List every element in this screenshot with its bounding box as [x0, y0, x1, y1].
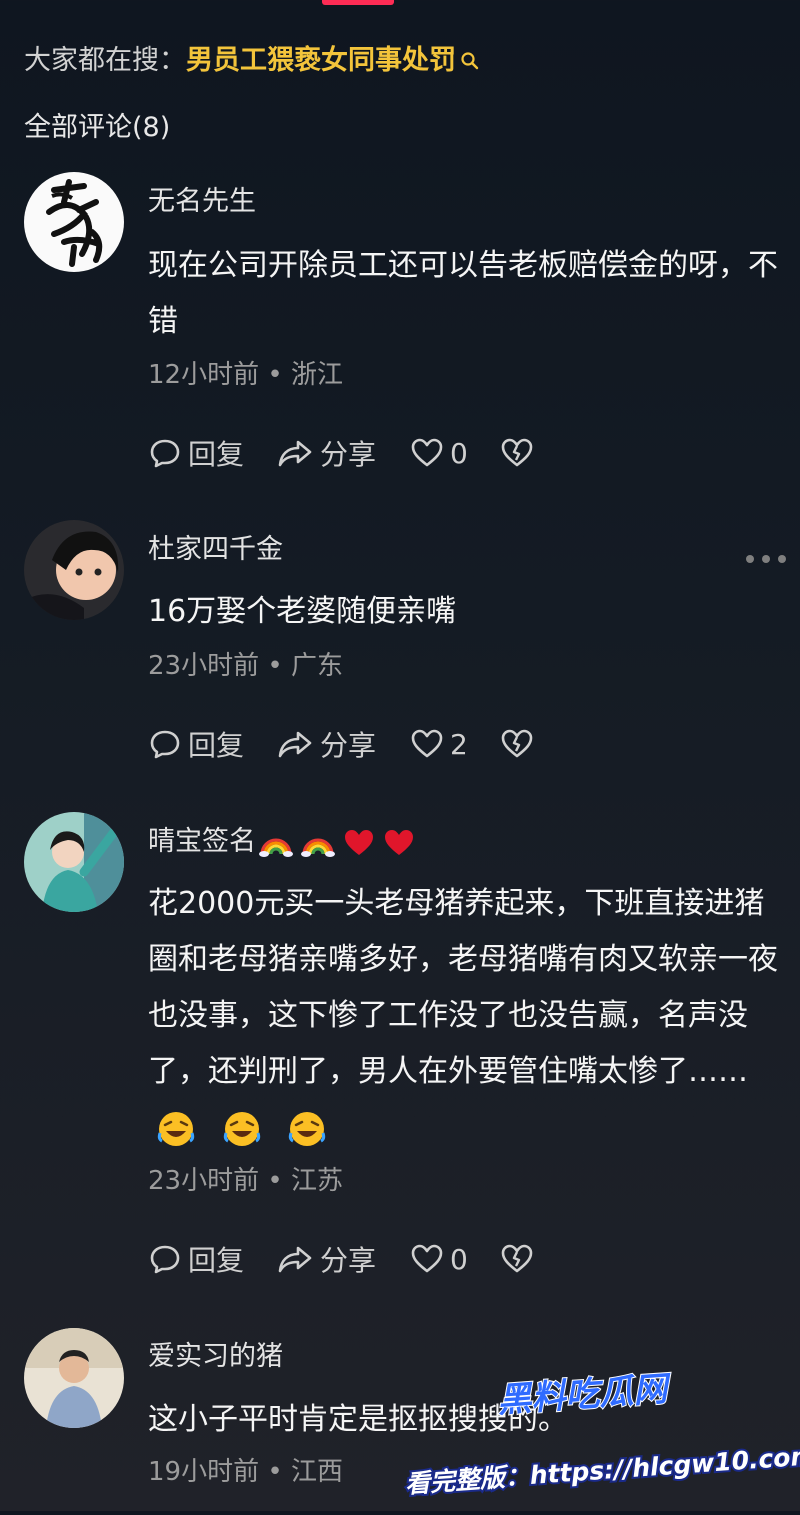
like-count: 2	[450, 727, 468, 761]
reply-icon	[150, 730, 180, 759]
like-button[interactable]: 0	[410, 1242, 468, 1276]
broken-heart-icon	[501, 438, 533, 467]
comment-actions: 回复 分享 0	[148, 1237, 534, 1281]
search-suggestion-prefix: 大家都在搜：	[24, 45, 186, 76]
rolling-laughing-icon	[157, 1111, 195, 1146]
comments-count-title: 全部评论(8)	[24, 112, 171, 143]
broken-heart-icon	[501, 729, 533, 758]
avatar[interactable]	[24, 1328, 124, 1428]
search-icon[interactable]	[460, 40, 480, 70]
comment-username[interactable]: 杜家四千金	[148, 530, 283, 570]
reply-icon	[150, 439, 180, 468]
more-options-button[interactable]	[746, 555, 786, 567]
share-icon	[278, 440, 312, 467]
search-suggestion[interactable]: 大家都在搜： 男员工猥亵女同事处罚	[24, 38, 480, 84]
rolling-laughing-icon	[223, 1111, 260, 1146]
share-icon	[278, 731, 312, 758]
heart-icon	[411, 729, 443, 758]
heart-icon	[411, 1244, 443, 1273]
rainbow-icon	[259, 838, 293, 857]
watermark-overlay: 黑料吃瓜网 看完整版：https://hlcgw10.com	[400, 1355, 800, 1511]
comment-actions: 回复 分享 0	[148, 431, 534, 475]
share-label: 分享	[320, 438, 377, 471]
like-count: 0	[450, 436, 468, 470]
reply-icon	[150, 1245, 180, 1274]
comment-actions: 回复 分享 2	[148, 722, 534, 766]
dislike-button[interactable]	[500, 436, 534, 470]
rolling-laughing-icon	[288, 1111, 326, 1146]
avatar[interactable]	[24, 520, 124, 620]
dislike-button[interactable]	[500, 1242, 534, 1276]
share-button[interactable]: 分享	[276, 1239, 376, 1279]
like-button[interactable]: 0	[410, 436, 468, 470]
share-label: 分享	[320, 1244, 377, 1277]
avatar[interactable]	[24, 172, 124, 272]
reply-button[interactable]: 回复	[148, 433, 244, 473]
red-heart-icon	[345, 830, 373, 855]
reply-button[interactable]: 回复	[148, 1239, 244, 1279]
reply-label: 回复	[188, 438, 245, 471]
dislike-button[interactable]	[500, 727, 534, 761]
rainbow-icon	[301, 838, 335, 857]
watermark-brand: 黑料吃瓜网	[496, 1369, 673, 1421]
share-button[interactable]: 分享	[276, 433, 376, 473]
comment-text: 花2000元买一头老母猪养起来，下班直接进猪圈和老母猪亲嘴多好，老母猪嘴有肉又软…	[148, 876, 788, 1156]
reply-button[interactable]: 回复	[148, 724, 244, 764]
like-count: 0	[450, 1242, 468, 1276]
comment-text: 现在公司开除员工还可以告老板赔偿金的呀，不错	[148, 248, 778, 339]
comment-time-location: 23小时前 • 江苏	[148, 1166, 343, 1196]
watermark-url-line: 看完整版：https://hlcgw10.com	[404, 1441, 800, 1499]
comment-time-location: 23小时前 • 广东	[148, 651, 343, 681]
comment-username[interactable]: 晴宝签名	[148, 822, 416, 862]
comment-username-text: 晴宝签名	[148, 826, 256, 857]
like-button[interactable]: 2	[410, 727, 468, 761]
red-heart-icon	[385, 830, 413, 855]
tab-indicator	[322, 0, 394, 5]
comment-text: 16万娶个老婆随便亲嘴	[148, 594, 457, 629]
share-icon	[278, 1246, 312, 1273]
comment-username[interactable]: 无名先生	[148, 182, 256, 222]
reply-label: 回复	[188, 729, 245, 762]
search-suggestion-term[interactable]: 男员工猥亵女同事处罚	[186, 38, 456, 84]
comment-text-body: 花2000元买一头老母猪养起来，下班直接进猪圈和老母猪亲嘴多好，老母猪嘴有肉又软…	[148, 886, 778, 1089]
avatar[interactable]	[24, 812, 124, 912]
broken-heart-icon	[501, 1244, 533, 1273]
comment-time-location: 19小时前 • 江西	[148, 1457, 343, 1487]
reply-label: 回复	[188, 1244, 245, 1277]
comment-username[interactable]: 爱实习的猪	[148, 1337, 283, 1377]
heart-icon	[411, 438, 443, 467]
share-button[interactable]: 分享	[276, 724, 376, 764]
share-label: 分享	[320, 729, 377, 762]
comment-time-location: 12小时前 • 浙江	[148, 360, 343, 390]
